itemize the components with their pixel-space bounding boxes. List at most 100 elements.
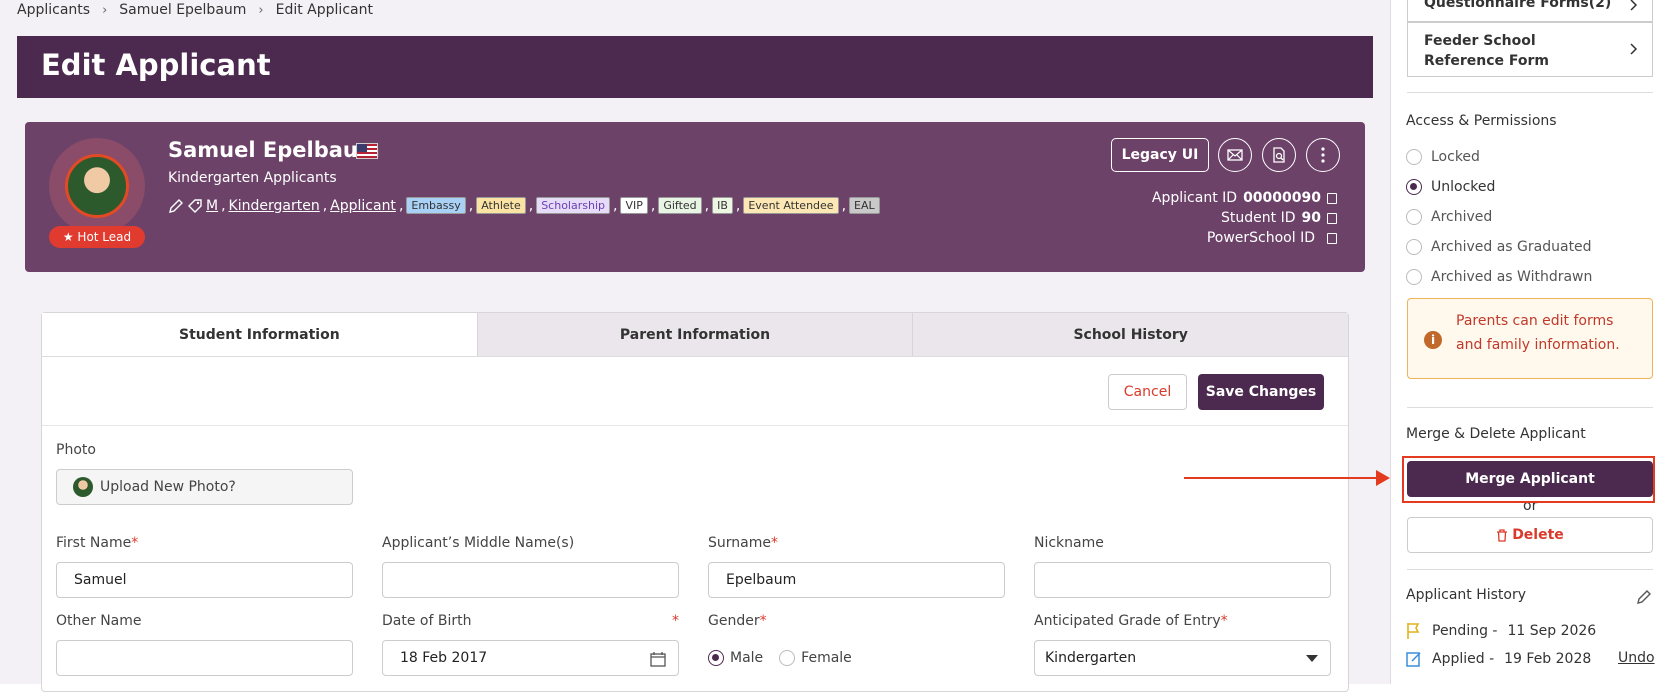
gender-options: Male Female (708, 650, 852, 666)
avatar-ring (49, 138, 145, 234)
questionnaire-forms-item[interactable]: Questionnaire Forms(2) (1407, 0, 1653, 22)
permission-locked-radio[interactable] (1406, 149, 1422, 165)
tag-athlete: Athlete (476, 197, 526, 214)
applicant-id-value: 00000090 (1243, 190, 1321, 206)
merge-delete-title: Merge & Delete Applicant (1406, 426, 1586, 442)
undo-link[interactable]: Undo (1618, 650, 1655, 666)
surname-label: Surname* (708, 535, 778, 551)
avatar-thumbnail (73, 477, 93, 497)
permission-archived-withdrawn[interactable]: Archived as Withdrawn (1406, 269, 1592, 285)
applicant-card: ★ Hot Lead Samuel Epelbaum Kindergarten … (25, 122, 1365, 272)
other-name-label: Other Name (56, 613, 142, 629)
dob-required-marker: * (672, 613, 679, 629)
middle-name-field[interactable] (382, 562, 679, 598)
applicant-history-title: Applicant History (1406, 587, 1527, 603)
first-name-label: First Name* (56, 535, 139, 551)
us-flag-icon (356, 143, 378, 159)
permission-archived-graduated-radio[interactable] (1406, 239, 1422, 255)
annotation-arrow-icon (1376, 470, 1390, 486)
tag-scholarship: Scholarship (536, 197, 610, 214)
grade-value: Kindergarten (1045, 650, 1137, 666)
tag-eal: EAL (849, 197, 880, 214)
breadcrumb-separator-icon: › (102, 2, 108, 18)
avatar (65, 154, 129, 218)
applicant-group: Kindergarten Applicants (168, 170, 337, 186)
student-id-value: 90 (1301, 210, 1321, 226)
permission-archived-radio[interactable] (1406, 209, 1422, 225)
email-icon[interactable] (1218, 138, 1252, 172)
form-panel: Student Information Parent Information S… (41, 312, 1349, 692)
legacy-ui-button[interactable]: Legacy UI (1111, 138, 1209, 172)
breadcrumb-applicants[interactable]: Applicants (17, 2, 90, 18)
gender-male-label: Male (730, 650, 764, 666)
gender-female-radio[interactable] (779, 650, 796, 666)
student-id-row: Student ID 90 (1221, 210, 1337, 226)
dob-value: 18 Feb 2017 (400, 650, 488, 666)
save-changes-button[interactable]: Save Changes (1198, 374, 1324, 410)
tag-vip: VIP (620, 197, 648, 214)
surname-field[interactable]: Epelbaum (708, 562, 1005, 598)
powerschool-id-row: PowerSchool ID (1207, 230, 1337, 246)
delete-button[interactable]: Delete (1407, 517, 1653, 553)
copy-icon[interactable] (1327, 212, 1337, 224)
dob-label: Date of Birth (382, 613, 472, 629)
permission-unlocked-radio[interactable] (1406, 179, 1422, 195)
edit-document-icon (1406, 652, 1421, 667)
feeder-school-form-item[interactable]: Feeder School Reference Form (1407, 22, 1653, 77)
permissions-notice: i Parents can edit forms and family info… (1407, 298, 1653, 379)
nickname-field[interactable] (1034, 562, 1331, 598)
permission-unlocked[interactable]: Unlocked (1406, 179, 1495, 195)
date-of-birth-field[interactable]: 18 Feb 2017 (382, 640, 679, 676)
divider (1407, 569, 1653, 570)
breadcrumb-current: Edit Applicant (275, 2, 373, 18)
permission-locked[interactable]: Locked (1406, 149, 1480, 165)
page-title: Edit Applicant (41, 48, 271, 82)
nickname-label: Nickname (1034, 535, 1104, 551)
tab-school-history[interactable]: School History (912, 313, 1349, 356)
applicant-id-label: Applicant ID (1151, 190, 1238, 206)
annotation-arrow-line (1184, 477, 1378, 479)
tag-icon[interactable] (187, 198, 203, 214)
permission-archived[interactable]: Archived (1406, 209, 1492, 225)
gender-label: Gender* (708, 613, 767, 629)
upload-photo-button[interactable]: Upload New Photo? (56, 469, 353, 505)
annotation-highlight-box (1402, 456, 1655, 503)
tab-student-information[interactable]: Student Information (42, 313, 477, 356)
tag-link-m[interactable]: M (206, 198, 218, 214)
tag-link-applicant[interactable]: Applicant (330, 198, 396, 214)
chevron-down-icon (1306, 655, 1318, 662)
chevron-right-icon (1630, 43, 1638, 55)
sidebar: Questionnaire Forms(2) Feeder School Ref… (1390, 0, 1665, 684)
copy-icon[interactable] (1327, 192, 1337, 204)
applicant-id-row: Applicant ID 00000090 (1152, 190, 1337, 206)
tag-gifted: Gifted (658, 197, 702, 214)
tag-link-kindergarten[interactable]: Kindergarten (229, 198, 320, 214)
photo-label: Photo (56, 442, 96, 458)
permission-archived-graduated[interactable]: Archived as Graduated (1406, 239, 1592, 255)
calendar-icon[interactable] (650, 651, 666, 667)
student-id-label: Student ID (1221, 210, 1296, 226)
chevron-right-icon (1630, 0, 1638, 11)
tag-ib: IB (712, 197, 733, 214)
edit-history-icon[interactable] (1636, 589, 1652, 605)
grade-select[interactable]: Kindergarten (1034, 640, 1331, 676)
document-search-icon[interactable] (1262, 138, 1296, 172)
gender-male-radio[interactable] (708, 650, 724, 666)
other-name-field[interactable] (56, 640, 353, 676)
permission-archived-withdrawn-radio[interactable] (1406, 269, 1422, 285)
delete-label: Delete (1512, 527, 1564, 543)
breadcrumb-applicant-name[interactable]: Samuel Epelbaum (119, 2, 246, 18)
tab-parent-information[interactable]: Parent Information (476, 313, 913, 356)
divider (1407, 92, 1653, 93)
breadcrumb-separator-icon: › (258, 2, 264, 18)
access-permissions-title: Access & Permissions (1406, 113, 1557, 129)
pencil-icon[interactable] (168, 198, 184, 214)
cancel-button[interactable]: Cancel (1108, 374, 1187, 410)
hot-lead-badge: ★ Hot Lead (49, 226, 145, 248)
applicant-name: Samuel Epelbaum (168, 138, 380, 162)
first-name-field[interactable]: Samuel (56, 562, 353, 598)
flag-icon (1407, 623, 1420, 639)
copy-icon[interactable] (1327, 232, 1337, 244)
more-options-icon[interactable] (1306, 138, 1340, 172)
feeder-school-form-label: Feeder School Reference Form (1424, 33, 1550, 69)
